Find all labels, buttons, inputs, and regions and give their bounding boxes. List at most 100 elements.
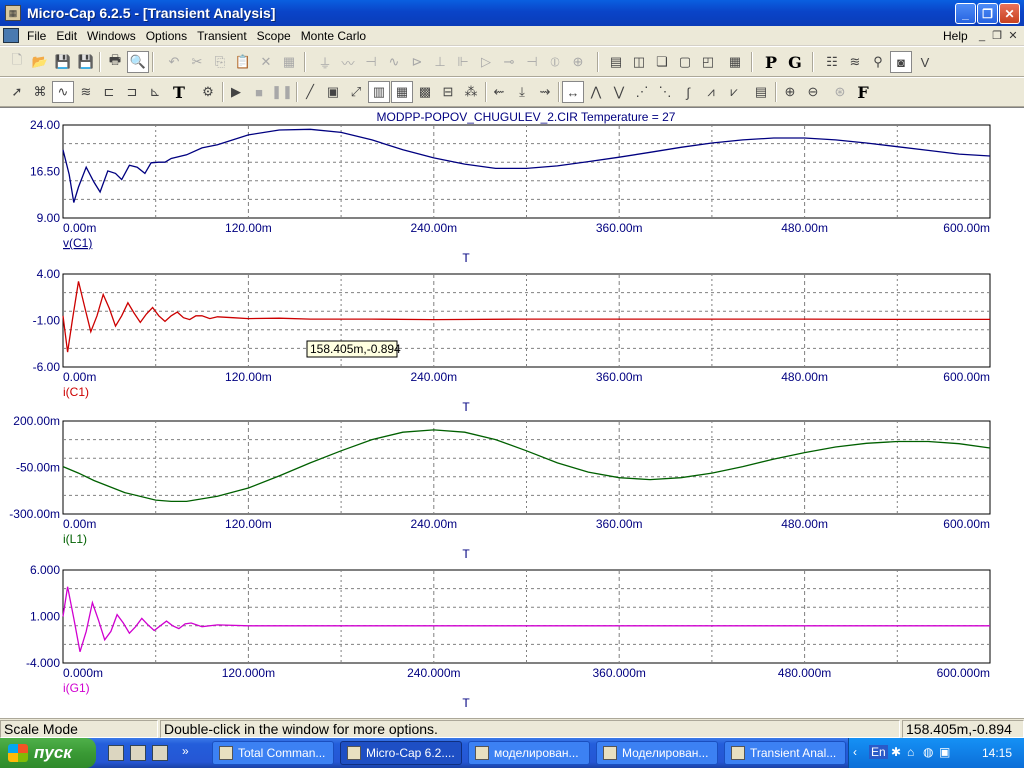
menu-windows[interactable]: Windows [82, 29, 141, 43]
horizontal-cursor-icon[interactable]: ↔ [562, 81, 584, 103]
cut-icon[interactable]: ✂ [186, 51, 208, 73]
battery-icon[interactable]: ⊩ [452, 51, 474, 73]
quicklaunch-more-icon[interactable]: » [182, 744, 189, 758]
task-folder[interactable]: моделирован... [468, 741, 590, 765]
mdi-restore-icon[interactable]: ❐ [990, 29, 1004, 42]
numeric-output-icon[interactable]: ▤ [750, 81, 772, 103]
restore-icon[interactable]: ❐ [977, 3, 998, 24]
task-microcap[interactable]: Micro-Cap 6.2.... [340, 741, 462, 765]
opamp-icon[interactable]: ▷ [475, 51, 497, 73]
high-icon[interactable]: ⋰ [631, 81, 653, 103]
tray-volume-icon[interactable]: ▣ [939, 745, 950, 759]
performance-tag-icon[interactable]: ⊾ [144, 81, 166, 103]
global-high-icon[interactable]: ⩘ [700, 81, 722, 103]
title-bar[interactable]: ▦ Micro-Cap 6.2.5 - [Transient Analysis]… [0, 0, 1024, 26]
component-list-icon[interactable]: ☷ [821, 51, 843, 73]
print-icon[interactable]: 🖶 [104, 51, 126, 73]
p-button[interactable]: P [760, 51, 782, 73]
copy-icon[interactable]: ⎘ [209, 51, 231, 73]
window-split-icon[interactable]: ◰ [697, 51, 719, 73]
plot-window[interactable]: MODPP-POPOV_CHUGULEV_2.CIR Temperature =… [0, 107, 1024, 718]
valley-icon[interactable]: ⋁ [608, 81, 630, 103]
probe-icon[interactable]: ⚲ [867, 51, 889, 73]
tray-app-icon[interactable]: ✱ [891, 745, 901, 759]
resistor-icon[interactable]: 〰 [337, 51, 359, 73]
line-icon[interactable]: ╱ [299, 81, 321, 103]
grid-icon[interactable]: ▥ [368, 81, 390, 103]
undo-icon[interactable]: ↶ [163, 51, 185, 73]
waveform-icon[interactable]: ≋ [844, 51, 866, 73]
task-total-commander[interactable]: Total Comman... [212, 741, 334, 765]
stop-icon[interactable]: ■ [248, 81, 270, 103]
print-preview-icon[interactable]: 🔍 [127, 51, 149, 73]
ground-icon[interactable]: ⏚ [314, 51, 336, 73]
zoom-out-icon[interactable]: ⊖ [802, 81, 824, 103]
cursor-down-icon[interactable]: ⤓ [511, 81, 533, 103]
window-icon[interactable]: ▢ [674, 51, 696, 73]
component-icon[interactable]: ⌘ [29, 81, 51, 103]
animate-icon[interactable]: ⊛ [829, 81, 851, 103]
open-folder-icon[interactable]: 📂 [29, 51, 51, 73]
baseline-icon[interactable]: ⊟ [437, 81, 459, 103]
document-icon[interactable] [3, 28, 19, 43]
run-icon[interactable]: ▶ [225, 81, 247, 103]
inflection-icon[interactable]: ∫ [677, 81, 699, 103]
voltage-label-icon[interactable]: V [914, 51, 936, 73]
scale-mode-icon[interactable]: ∿ [52, 81, 74, 103]
current-source-icon[interactable]: ⊕ [567, 51, 589, 73]
mdi-minimize-icon[interactable]: _ [975, 29, 989, 42]
minimize-icon[interactable]: _ [955, 3, 976, 24]
cascade-icon[interactable]: ❏ [651, 51, 673, 73]
horizontal-tag-icon[interactable]: ⊏ [98, 81, 120, 103]
menu-edit[interactable]: Edit [51, 29, 82, 43]
save-icon[interactable]: 💾 [52, 51, 74, 73]
plot-canvas[interactable]: MODPP-POPOV_CHUGULEV_2.CIR Temperature =… [0, 108, 1024, 719]
jfet-icon[interactable]: ⊣ [521, 51, 543, 73]
properties-icon[interactable]: ⚙ [197, 81, 219, 103]
menu-options[interactable]: Options [141, 29, 192, 43]
delete-icon[interactable]: ✕ [255, 51, 277, 73]
capacitor-icon[interactable]: ⊣ [360, 51, 382, 73]
bold-grid-icon[interactable]: ▩ [414, 81, 436, 103]
menu-scope[interactable]: Scope [252, 29, 296, 43]
menu-monte-carlo[interactable]: Monte Carlo [296, 29, 371, 43]
task-transient[interactable]: Transient Anal... [724, 741, 846, 765]
quicklaunch-save-icon[interactable] [108, 745, 124, 761]
select-arrow-icon[interactable]: ➚ [6, 81, 28, 103]
mdi-close-icon[interactable]: ✕ [1006, 29, 1020, 42]
low-icon[interactable]: ⋱ [654, 81, 676, 103]
paste-icon[interactable]: 📋 [232, 51, 254, 73]
save-all-icon[interactable]: 💾 [75, 51, 97, 73]
tray-expand-icon[interactable]: ‹ [853, 745, 857, 759]
close-icon[interactable]: ✕ [999, 3, 1020, 24]
cursor-right-icon[interactable]: ⇝ [534, 81, 556, 103]
zoom-in-icon[interactable]: ⊕ [779, 81, 801, 103]
tile-vertical-icon[interactable]: ◫ [628, 51, 650, 73]
text-button[interactable]: T [168, 81, 190, 103]
source-icon[interactable]: ⦶ [544, 51, 566, 73]
tray-network-icon[interactable]: ⌂ [907, 745, 914, 759]
microcap-app-icon[interactable]: ▦ [5, 5, 21, 21]
select-all-icon[interactable]: ▦ [278, 51, 300, 73]
peak-icon[interactable]: ⋀ [585, 81, 607, 103]
tile-horizontal-icon[interactable]: ▤ [605, 51, 627, 73]
menu-help[interactable]: Help [938, 29, 973, 43]
tray-antivirus-icon[interactable]: ◍ [923, 745, 933, 759]
menu-file[interactable]: File [22, 29, 51, 43]
inductor-icon[interactable]: ∿ [383, 51, 405, 73]
minor-grid-icon[interactable]: ▦ [391, 81, 413, 103]
cursor-left-icon[interactable]: ⇜ [488, 81, 510, 103]
transistor-icon[interactable]: ⊥ [429, 51, 451, 73]
task-word[interactable]: Моделирован... [596, 741, 718, 765]
global-low-icon[interactable]: ⩗ [723, 81, 745, 103]
pause-icon[interactable]: ❚❚ [271, 81, 293, 103]
language-indicator[interactable]: En [869, 745, 888, 759]
quicklaunch-app-icon[interactable] [130, 745, 146, 761]
scope-icon[interactable]: ◙ [890, 51, 912, 73]
diagonal-icon[interactable]: ⤢ [345, 81, 367, 103]
start-button[interactable]: пуск [0, 738, 96, 768]
box-icon[interactable]: ▣ [322, 81, 344, 103]
tokens-icon[interactable]: ⁂ [460, 81, 482, 103]
quicklaunch-folder-icon[interactable] [152, 745, 168, 761]
menu-transient[interactable]: Transient [192, 29, 252, 43]
